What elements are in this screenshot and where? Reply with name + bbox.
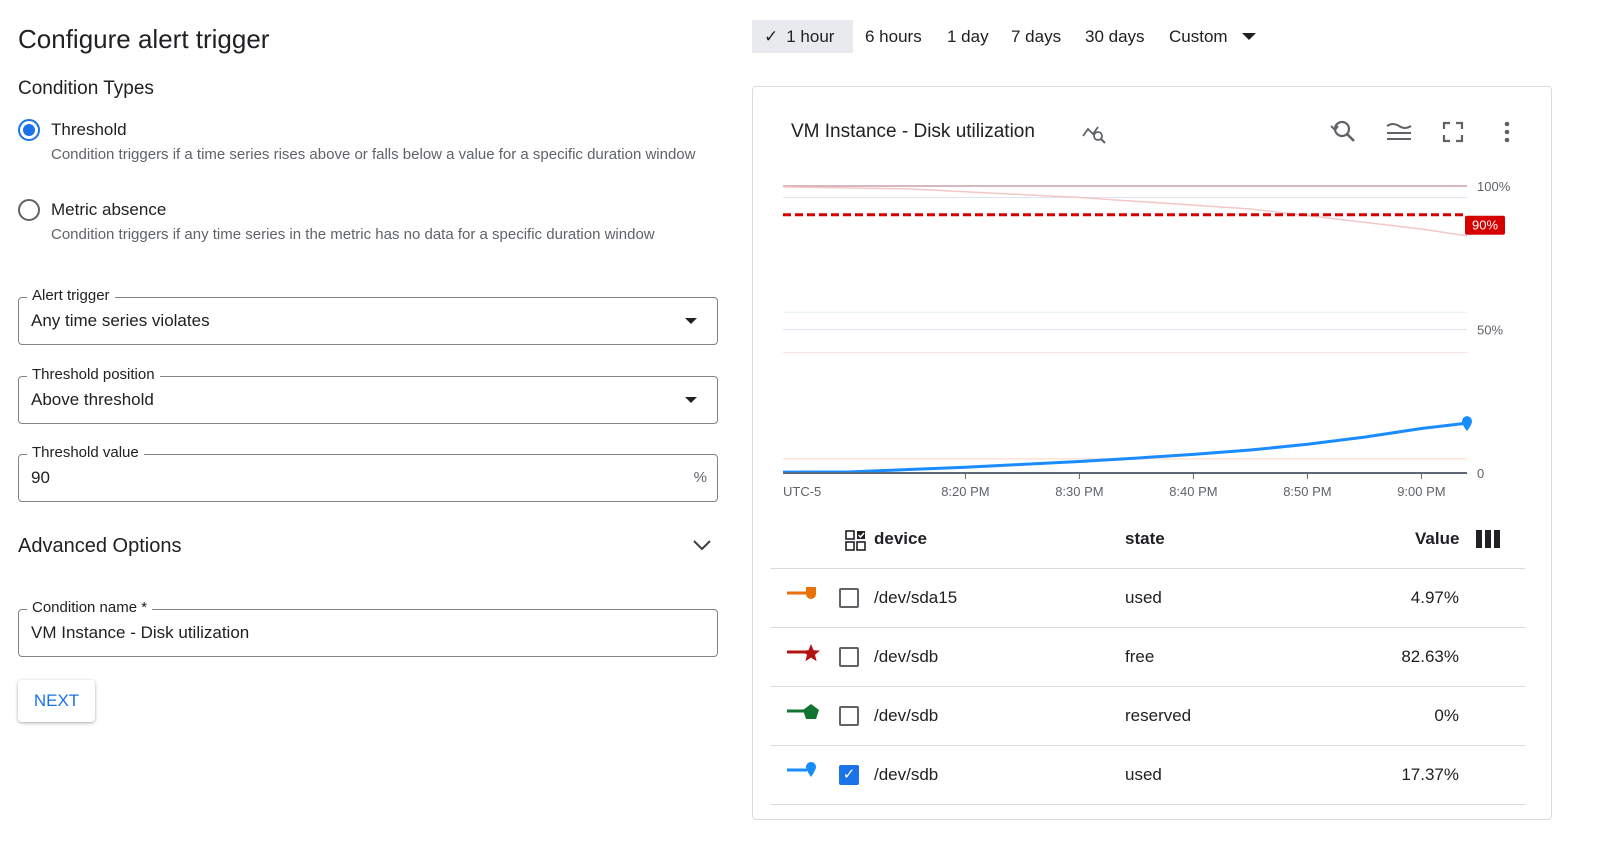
legend-toggle-icon[interactable] [1386,120,1412,142]
range-6-hours[interactable]: 6 hours [853,20,934,53]
alert-trigger-value: Any time series violates [31,311,210,330]
alert-trigger-select[interactable]: Alert trigger Any time series violates [18,287,718,345]
threshold-value-input[interactable]: Threshold value 90 % [18,444,718,502]
timezone-label: UTC-5 [783,484,821,499]
metric-absence-description: Condition triggers if any time series in… [51,226,655,243]
condition-name-input[interactable]: Condition name * VM Instance - Disk util… [18,599,718,657]
range-30-days[interactable]: 30 days [1073,20,1157,53]
column-picker-icon[interactable] [1476,530,1500,548]
row-checkbox[interactable] [839,647,859,667]
explore-chart-icon[interactable] [1082,122,1106,144]
alert-trigger-label: Alert trigger [27,287,115,304]
chart-title: VM Instance - Disk utilization [791,121,1035,142]
threshold-position-label: Threshold position [27,366,160,383]
select-all-icon[interactable] [845,530,867,552]
table-row: /dev/sdb free 82.63% [770,628,1525,687]
range-1-day[interactable]: 1 day [935,20,1001,53]
y-tick-label: 50% [1477,323,1503,338]
y-tick-label: 0 [1477,466,1484,481]
state-cell: used [1125,765,1162,784]
threshold-position-select[interactable]: Threshold position Above threshold [18,366,718,424]
check-icon: ✓ [764,26,779,46]
state-cell: used [1125,588,1162,607]
line-chart: 90% 100% 50% 0 UTC-5 8:20 PM 8:30 PM 8:40 PM 8:5… [782,179,1511,499]
value-cell: 0% [1434,706,1459,725]
fullscreen-icon[interactable] [1442,121,1464,143]
dropdown-arrow-icon [685,318,697,324]
more-options-icon[interactable] [1500,120,1514,144]
series-pentagon-marker-icon [787,704,819,719]
x-tick-label: 8:40 PM [1169,484,1217,499]
series-end-marker-icon [1462,416,1472,432]
device-cell: /dev/sdb [874,765,939,784]
state-cell: reserved [1125,706,1192,725]
row-checkbox[interactable]: ✓ [839,765,859,785]
header-value[interactable]: Value [1415,529,1459,549]
percent-suffix: % [693,469,707,486]
condition-name-value: VM Instance - Disk utilization [31,623,250,642]
value-cell: 4.97% [1410,588,1459,607]
x-tick-label: 8:50 PM [1283,484,1331,499]
zoom-reset-icon[interactable] [1328,118,1358,144]
next-button[interactable]: NEXT [18,680,95,722]
state-cell: free [1125,647,1155,666]
dropdown-arrow-icon [1241,33,1256,40]
header-device[interactable]: device [874,529,927,549]
range-7-days[interactable]: 7 days [999,20,1073,53]
device-cell: /dev/sdb [874,706,939,725]
range-1-hour[interactable]: ✓ 1 hour [752,20,853,53]
series-shield-marker-icon [787,587,816,599]
x-tick-label: 9:00 PM [1397,484,1445,499]
header-state[interactable]: state [1125,529,1165,549]
dropdown-arrow-icon [685,397,697,403]
threshold-value-label: Threshold value [27,444,144,461]
range-custom[interactable]: Custom [1157,20,1268,53]
condition-name-label: Condition name * [27,599,153,616]
value-cell: 17.37% [1401,765,1459,784]
table-row: ✓ /dev/sdb used 17.37% [770,746,1525,805]
threshold-label: Threshold [51,120,127,139]
x-tick-label: 8:20 PM [941,484,989,499]
series-line [782,186,1468,237]
device-cell: /dev/sda15 [874,588,958,607]
table-row: /dev/sdb reserved 0% [770,687,1525,746]
condition-types-heading: Condition Types [18,78,154,99]
x-tick-label: 8:30 PM [1055,484,1103,499]
series-pin-marker-icon [787,762,816,777]
threshold-radio[interactable] [18,119,40,141]
threshold-label: 90% [1472,218,1498,233]
value-cell: 82.63% [1401,647,1459,666]
row-checkbox[interactable] [839,588,859,608]
metric-absence-label: Metric absence [51,200,167,219]
chevron-down-icon[interactable] [692,538,712,552]
series-star-marker-icon [787,644,820,662]
device-cell: /dev/sdb [874,647,939,666]
y-tick-label: 100% [1477,179,1511,194]
threshold-description: Condition triggers if a time series rise… [51,146,696,163]
advanced-options-toggle[interactable]: Advanced Options [18,535,181,558]
range-label: 1 hour [786,26,835,46]
metric-absence-radio[interactable] [18,199,40,221]
threshold-position-value: Above threshold [31,390,154,409]
page-title: Configure alert trigger [18,24,270,54]
row-checkbox[interactable] [839,706,859,726]
threshold-value-value: 90 [31,468,50,487]
table-row: /dev/sda15 used 4.97% [770,569,1525,628]
range-label: Custom [1169,26,1228,46]
series-line [782,421,1468,474]
